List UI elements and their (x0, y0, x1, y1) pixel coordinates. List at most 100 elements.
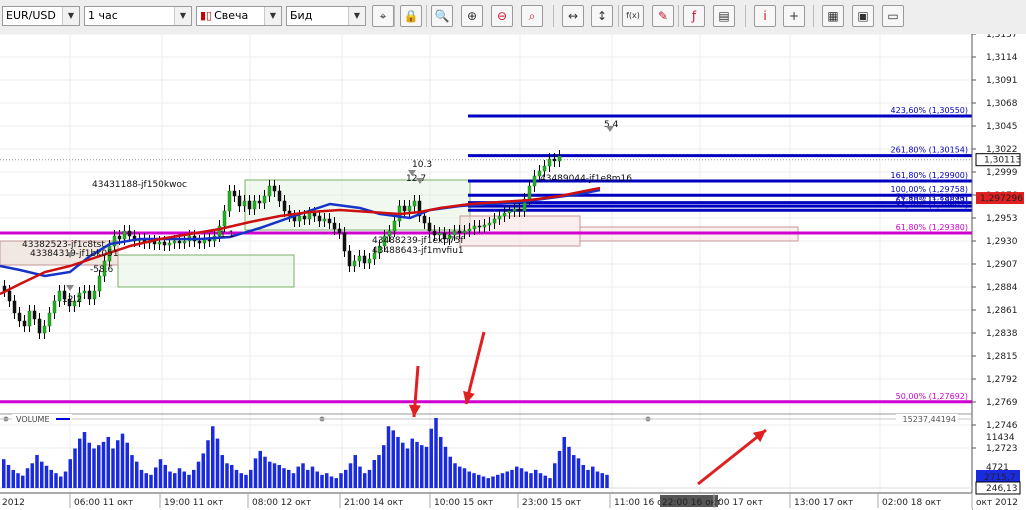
time-axis-label: 22:00 16 окт (662, 498, 721, 508)
candle-body (547, 158, 552, 167)
volume-bar (139, 469, 144, 488)
cursor-button[interactable]: + (783, 5, 805, 27)
price-chart[interactable]: 423,60% (1,30550) 261,80% (1,30154) 161,80… (0, 34, 1026, 510)
candle-body (532, 175, 537, 187)
candle-body (487, 222, 492, 226)
lock-button[interactable]: 🔒 (400, 5, 422, 27)
fibonacci-button[interactable]: ƒ (683, 5, 705, 27)
candle-body (297, 215, 302, 222)
fib-level-label: 38,20% (1,29607) (896, 200, 968, 209)
indicators-button[interactable]: f(x) (622, 5, 644, 27)
chevron-down-icon[interactable]: ▼ (348, 7, 365, 25)
volume-label: VOLUME (16, 415, 50, 424)
windows-button[interactable]: ▭ (882, 5, 904, 27)
zoom-reset-button[interactable]: ⌕ (521, 5, 543, 27)
journal-button[interactable]: ▤ (713, 5, 735, 27)
info-button[interactable]: i (754, 5, 776, 27)
volume-bar (182, 471, 186, 488)
volume-bar (282, 468, 286, 488)
volume-bar (101, 441, 106, 488)
zoom-in-icon: ⊕ (466, 9, 478, 23)
scroll-vertical-button[interactable]: ↕ (591, 5, 613, 27)
volume-bar (448, 456, 452, 488)
time-axis-label: 02:00 18 окт (882, 498, 941, 508)
volume-bar (154, 467, 158, 488)
volume-bar (16, 473, 20, 488)
candle-body (247, 200, 252, 210)
volume-bar (258, 450, 262, 488)
volume-bar (605, 474, 609, 488)
price-axis-label: 1,2723 (986, 444, 1018, 454)
save-button[interactable]: ▣ (852, 5, 874, 27)
price-axis-label: 1,2953 (986, 214, 1018, 224)
chevron-down-icon[interactable]: ▼ (264, 7, 281, 25)
volume-bar (543, 475, 547, 488)
candle-body (227, 190, 232, 212)
candle-body (457, 230, 462, 234)
crosshair-button[interactable]: ⌖ (372, 5, 394, 27)
candle-body (172, 240, 177, 244)
volume-bar (353, 455, 357, 488)
volume-bar (158, 459, 163, 488)
fib-level-label: 50,00% (1,27692) (896, 392, 968, 401)
chevron-down-icon[interactable]: ▼ (174, 7, 191, 25)
price-axis-label: 1,3068 (986, 99, 1018, 109)
volume-bar (49, 469, 53, 488)
candle-body (327, 218, 332, 224)
candle-body (17, 312, 22, 322)
layout-grid-button[interactable]: ▦ (822, 5, 844, 27)
volume-bar (206, 440, 210, 488)
volume-bar (120, 433, 125, 488)
candle-body (257, 200, 262, 204)
candle-body (312, 212, 317, 217)
candle-body (57, 290, 62, 302)
volume-bar (6, 464, 11, 488)
fibonacci-icon: ƒ (691, 9, 697, 23)
candle-body (502, 212, 507, 217)
volume-bar (173, 473, 177, 488)
time-axis-label: 19:00 11 окт (164, 498, 223, 508)
scroll-vertical-icon: ↕ (596, 9, 608, 23)
zoom-out-button[interactable]: ⊖ (491, 5, 513, 27)
volume-bar (510, 469, 514, 488)
candle-body (162, 241, 167, 246)
candle-body (182, 240, 187, 244)
chevron-down-icon[interactable]: ▼ (62, 7, 79, 25)
trade-annotation: -58.6 (90, 265, 114, 275)
candle-body (52, 300, 57, 314)
timeframe-select[interactable]: 1 час ▼ (84, 6, 192, 26)
zone-pink (459, 215, 581, 247)
candle-body (272, 185, 277, 192)
price-side-select[interactable]: Бид ▼ (286, 6, 366, 26)
candle-body (512, 208, 517, 212)
symbol-select[interactable]: EUR/USD ▼ (2, 6, 80, 26)
candle-body (517, 208, 522, 212)
drawing-tools-button[interactable]: ✎ (652, 5, 674, 27)
crosshair-icon: ⌖ (379, 9, 387, 23)
candle-body (342, 232, 347, 252)
volume-bar (35, 455, 39, 488)
volume-bar (567, 446, 571, 488)
zoom-in-button[interactable]: ⊕ (461, 5, 483, 27)
candle-body (32, 310, 37, 320)
volume-bar (396, 436, 400, 488)
candle-body (22, 320, 27, 327)
volume-bar (339, 473, 343, 488)
volume-bar (25, 468, 30, 488)
candle-body (542, 165, 547, 172)
zoom-icon: 🔍 (434, 9, 450, 23)
candle-body (422, 215, 427, 224)
zoom-button[interactable]: 🔍 (431, 5, 453, 27)
cursor-icon: + (788, 9, 800, 23)
volume-bar (591, 466, 595, 488)
timeframe-select-value: 1 час (88, 9, 118, 22)
volume-bar (491, 476, 495, 488)
volume-bar (538, 473, 543, 488)
volume-bar (277, 464, 281, 488)
volume-bar (135, 461, 139, 488)
chart-type-select[interactable]: ▮▯ Свеча ▼ (196, 6, 282, 26)
scroll-horizontal-button[interactable]: ↔ (562, 5, 584, 27)
volume-bar (481, 476, 486, 488)
volume-bar (329, 476, 334, 488)
volume-bar (410, 438, 414, 488)
